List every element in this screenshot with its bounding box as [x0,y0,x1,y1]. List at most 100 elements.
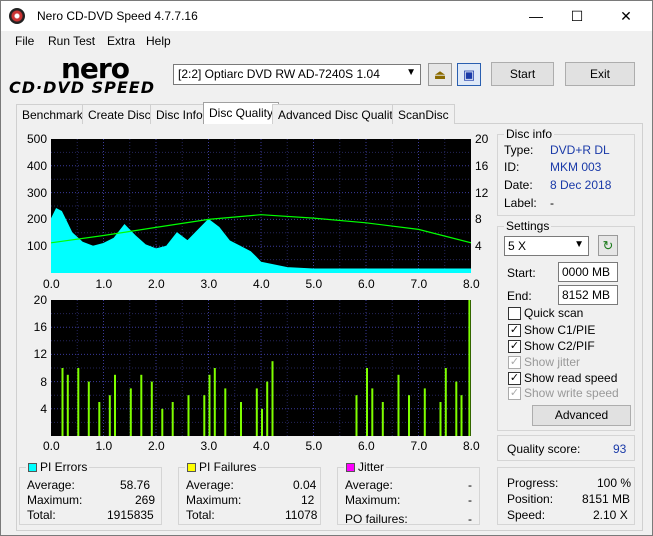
pi-failures-chart [51,300,471,436]
x-tick-label: 2.0 [148,439,165,453]
x-tick-label: 1.0 [95,439,113,453]
start-label: Start: [507,266,536,280]
end-input[interactable]: 8152 MB [558,285,618,305]
y-right-tick-label: 4 [475,239,482,254]
pi-failure-bar [61,368,64,436]
pi-failure-bar [240,402,242,436]
start-button[interactable]: Start [491,62,554,86]
progress-label: Progress: [507,476,559,490]
speed-value: 2.10 X [593,508,628,522]
quick-scan-label[interactable]: Quick scan [524,306,583,320]
show-c2-checkbox[interactable]: ✓ [508,340,521,353]
disc-id-label: ID: [504,160,520,174]
pi-errors-max-value: 269 [135,493,156,507]
progress-value: 100 % [597,476,632,490]
x-tick-label: 5.0 [305,277,323,291]
pi-failure-bar [98,402,101,436]
pi-failure-bar [271,361,274,436]
x-tick-label: 5.0 [305,439,323,453]
y-right-tick-label: 16 [475,158,489,173]
pi-failure-bar [114,374,116,436]
show-c2-label[interactable]: Show C2/PIF [524,339,595,353]
y-tick-label: 300 [26,185,47,200]
speed-select-value: 5 X [508,239,527,253]
pi-failures-avg-value: 0.04 [293,478,317,492]
pi-errors-total-value: 1915835 [107,508,154,522]
tab-disc-quality[interactable]: Disc Quality [203,102,280,124]
x-tick-label: 0.0 [43,277,60,291]
maximize-button[interactable]: ☐ [554,1,600,31]
drive-select-value: [2:2] Optiarc DVD RW AD-7240S 1.04 [178,67,380,81]
pi-failure-bar [366,368,368,436]
y-right-tick-label: 12 [475,185,489,200]
advanced-button[interactable]: Advanced [532,405,631,426]
menu-bar: File Run Test Extra Help [1,31,652,53]
pi-failure-bar [224,388,227,436]
drive-select[interactable]: [2:2] Optiarc DVD RW AD-7240S 1.04 ▼ [173,64,421,85]
menu-file[interactable]: File [15,34,34,48]
show-write-speed-checkbox: ✓ [508,387,521,400]
x-tick-label: 6.0 [358,439,375,453]
tab-scandisc[interactable]: ScanDisc [392,104,455,124]
save-button[interactable]: ▣ [457,63,481,86]
pi-failure-bar [66,374,69,436]
save-icon: ▣ [462,67,476,82]
menu-help[interactable]: Help [146,34,171,48]
jitter-swatch [346,463,355,472]
tab-benchmark[interactable]: Benchmark [16,104,89,124]
pi-failure-bar [261,408,263,436]
quick-scan-checkbox[interactable] [508,307,521,320]
quality-score-label: Quality score: [507,442,581,456]
y-tick-label: 8 [40,374,47,389]
pi-errors-avg-value: 58.76 [120,478,151,492]
tab-advanced-disc-quality[interactable]: Advanced Disc Quality [272,104,405,124]
eject-button[interactable]: ⏏ [428,63,452,86]
show-c1-label[interactable]: Show C1/PIE [524,323,595,337]
x-tick-label: 0.0 [43,439,60,453]
exit-button[interactable]: Exit [565,62,635,86]
speed-select[interactable]: 5 X ▼ [504,236,589,256]
y-tick-label: 16 [33,320,47,335]
pi-failure-bar [171,402,174,436]
show-read-speed-checkbox[interactable]: ✓ [508,372,521,385]
tab-create-disc[interactable]: Create Disc [82,104,157,124]
pi-failures-title: PI Failures [199,460,257,474]
menu-run-test[interactable]: Run Test [48,34,95,48]
pi-failures-swatch [187,463,196,472]
title-bar[interactable]: Nero CD-DVD Speed 4.7.7.16 — ☐ ✕ [1,1,652,31]
nero-logo: nero CD·DVD SPEED [9,52,167,98]
pi-failure-bar [444,368,447,436]
chevron-down-icon: ▼ [574,239,584,250]
disc-type-value: DVD+R DL [550,143,610,157]
menu-extra[interactable]: Extra [107,34,135,48]
position-value: 8151 MB [582,492,631,506]
pi-errors-max-label: Maximum: [27,493,83,507]
disc-type-label: Type: [504,143,534,157]
pi-failure-bar [397,374,400,436]
pi-failure-bar [455,381,458,436]
y-tick-label: 20 [33,293,47,307]
x-tick-label: 3.0 [200,277,218,291]
show-c1-checkbox[interactable]: ✓ [508,324,521,337]
pi-failure-bar [255,388,258,436]
y-right-tick-label: 20 [475,132,489,146]
pi-failure-bar [408,395,410,436]
pi-errors-chart [51,139,471,273]
x-tick-label: 3.0 [200,439,218,453]
minimize-button[interactable]: — [513,1,559,31]
pi-failure-bar [140,374,143,436]
close-button[interactable]: ✕ [603,1,649,31]
pi-failures-total-value: 11078 [285,508,318,522]
y-right-tick-label: 8 [475,212,482,227]
x-tick-label: 8.0 [463,439,480,453]
start-input[interactable]: 0000 MB [558,262,618,282]
tab-disc-info[interactable]: Disc Info [150,104,209,124]
disc-id-value: MKM 003 [550,160,602,174]
x-tick-label: 8.0 [463,277,480,291]
pi-errors-title: PI Errors [40,460,88,474]
refresh-button[interactable]: ↻ [598,235,618,256]
show-read-speed-label[interactable]: Show read speed [524,371,617,385]
pi-failure-bar [203,395,206,436]
po-failures-value: - [468,512,472,526]
pi-failure-bar [213,368,216,436]
